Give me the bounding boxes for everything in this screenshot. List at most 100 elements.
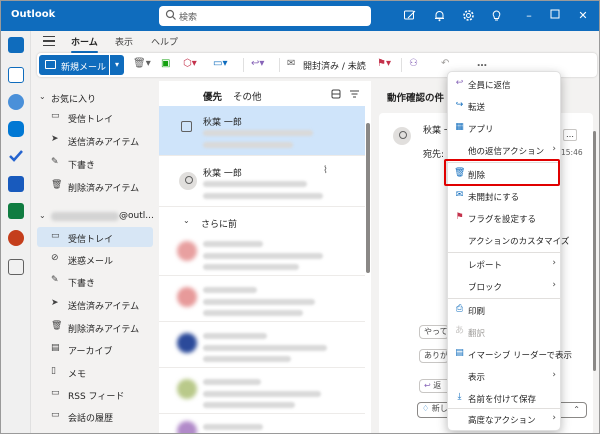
chevron-right-icon: › (552, 370, 556, 380)
menu-item-immersive-reader[interactable]: ▤ イマーシブ リーダーで表示 (448, 344, 572, 364)
tab-view[interactable]: 表示 (115, 35, 133, 48)
menu-item-delete[interactable]: 🗑︎ 削除 (448, 164, 562, 184)
lightbulb-icon[interactable] (488, 9, 504, 23)
calendar-app-icon[interactable] (8, 67, 24, 83)
message-item-blurred[interactable] (159, 231, 365, 276)
folder-conversation-history[interactable]: ▭ 会話の履歴 (37, 406, 153, 426)
read-unread-icon[interactable]: ✉ (287, 58, 295, 69)
folder-sent[interactable]: ➤ 送信済みアイテム (37, 294, 153, 314)
maximize-icon[interactable] (545, 7, 565, 25)
favorites-header: お気に入り (51, 95, 97, 105)
excel-app-icon[interactable] (8, 203, 24, 219)
reading-pane-scrollbar[interactable] (593, 131, 596, 371)
tab-help[interactable]: ヘルプ (151, 35, 178, 48)
favorite-sent[interactable]: ➤ 送信済みアイテム (37, 130, 153, 150)
message-list-scrollbar[interactable] (366, 123, 370, 273)
folder-notes[interactable]: ▯ メモ (37, 362, 153, 382)
hamburger-icon[interactable] (43, 36, 55, 46)
menu-item-print[interactable]: ⎙ 印刷 (448, 300, 562, 320)
menu-item-apps[interactable]: ▦ アプリ (448, 118, 562, 138)
menu-item-translate[interactable]: あ 翻訳 (448, 322, 562, 342)
folder-inbox[interactable]: ▭ 受信トレイ (37, 227, 153, 247)
flag-icon[interactable]: ⚑▾ (377, 58, 391, 69)
message-item-blurred[interactable] (159, 323, 365, 368)
todo-app-icon[interactable] (8, 148, 24, 164)
menu-item-view[interactable]: 表示 › (448, 366, 562, 386)
message-item-blurred[interactable] (159, 369, 365, 414)
filter-icon[interactable] (349, 89, 360, 102)
folder-label: 会話の履歴 (68, 414, 114, 424)
teams-icon[interactable]: ⚇ (409, 58, 418, 69)
suggested-reply-1[interactable]: やって (419, 325, 449, 339)
menu-item-flag[interactable]: ⚑ フラグを設定する (448, 208, 562, 228)
download-icon: ⤓ (457, 392, 462, 402)
menu-item-block[interactable]: ブロック › (448, 276, 562, 296)
favorites-group[interactable]: ⌄ お気に入り (31, 89, 157, 107)
message-item-blurred[interactable] (159, 415, 365, 433)
menu-item-customize-actions[interactable]: アクションのカスタマイズ (448, 230, 569, 250)
more-apps-icon[interactable] (8, 259, 24, 275)
search-box[interactable]: 検索 (159, 6, 371, 26)
groups-app-icon[interactable] (8, 121, 24, 137)
word-app-icon[interactable] (8, 176, 24, 192)
suggested-reply-2[interactable]: ありが (419, 349, 449, 363)
menu-item-advanced-actions[interactable]: 高度なアクション › (448, 409, 562, 429)
lightbulb-icon: ♢ (422, 404, 432, 413)
message-item-blurred[interactable] (159, 277, 365, 322)
reply-icon[interactable]: ↩▾ (251, 58, 264, 69)
move-to-icon[interactable]: ▭▾ (213, 58, 227, 69)
favorite-drafts[interactable]: ✎ 下書き (37, 153, 153, 173)
message-preview-redacted (203, 193, 323, 199)
folder-rss[interactable]: ▭ RSS フィード (37, 384, 153, 404)
message-item[interactable]: 秋葉 一郎 ⌇ (159, 157, 365, 207)
delete-icon[interactable]: 🗑︎▾ (133, 58, 151, 69)
new-mail-button[interactable]: 新規メール (39, 55, 109, 75)
menu-item-report[interactable]: レポート › (448, 254, 562, 274)
app-rail (1, 31, 31, 433)
bell-icon[interactable] (431, 9, 447, 23)
powerpoint-app-icon[interactable] (8, 230, 24, 246)
close-icon[interactable]: ✕ (573, 7, 593, 25)
message-item-selected[interactable]: 秋葉 一郎 (159, 106, 365, 156)
menu-item-forward[interactable]: ↪ 転送 (448, 96, 562, 116)
undo-icon[interactable]: ↶ (441, 58, 449, 69)
menu-item-mark-unread[interactable]: ✉ 未開封にする (448, 186, 562, 206)
folder-junk[interactable]: ⊘ 迷惑メール (37, 249, 153, 269)
minimize-icon[interactable]: – (519, 7, 539, 25)
mail-app-icon[interactable] (8, 37, 24, 53)
chevron-up-icon[interactable]: ⌃ (573, 404, 580, 416)
people-app-icon[interactable] (8, 94, 24, 110)
message-checkbox[interactable] (181, 121, 192, 132)
account-group[interactable]: ⌄ @outl... (31, 208, 157, 226)
chevron-right-icon: › (552, 280, 556, 290)
menu-item-save-as[interactable]: ⤓ 名前を付けて保存 (448, 388, 562, 408)
folder-archive[interactable]: ▤ アーカイブ (37, 339, 153, 359)
tab-home[interactable]: ホーム (71, 35, 98, 53)
favorite-inbox[interactable]: ▭ 受信トレイ (37, 107, 153, 127)
more-options-button[interactable]: … (477, 58, 487, 69)
menu-item-reply-all[interactable]: ↩ 全員に返信 (448, 74, 562, 94)
more-actions-button[interactable]: … (563, 129, 577, 141)
folder-icon: ▭ (51, 410, 60, 420)
tab-other[interactable]: その他 (233, 89, 262, 103)
read-unread-button[interactable]: 開封済み / 未読 (303, 59, 366, 72)
folder-drafts[interactable]: ✎ 下書き (37, 271, 153, 291)
message-sender: 秋葉 一郎 (203, 118, 242, 128)
favorite-deleted[interactable]: 🗑︎ 削除済みアイテム (37, 176, 153, 196)
gear-icon[interactable] (460, 9, 476, 23)
menu-item-other-reply[interactable]: 他の返信アクション › (448, 140, 562, 160)
report-icon[interactable]: ⬡▾ (183, 58, 197, 69)
folder-deleted[interactable]: 🗑︎ 削除済みアイテム (37, 317, 153, 337)
menu-item-label: 未開封にする (468, 193, 520, 203)
archive-icon[interactable]: ▣ (161, 58, 170, 69)
compose-icon[interactable] (401, 9, 417, 23)
tab-focused[interactable]: 優先 (203, 89, 223, 108)
new-mail-label: 新規メール (61, 63, 107, 73)
toolbar-divider (243, 58, 244, 72)
view-toggle-icon[interactable] (331, 89, 341, 102)
message-preview-redacted (203, 345, 327, 351)
chevron-down-icon[interactable]: ⌄ (183, 216, 190, 225)
new-mail-dropdown[interactable]: ▾ (110, 55, 124, 75)
folder-label: 削除済みアイテム (68, 325, 140, 335)
folder-pane: ⌄ お気に入り ▭ 受信トレイ ➤ 送信済みアイテム ✎ 下書き 🗑︎ 削除済み… (31, 81, 157, 433)
